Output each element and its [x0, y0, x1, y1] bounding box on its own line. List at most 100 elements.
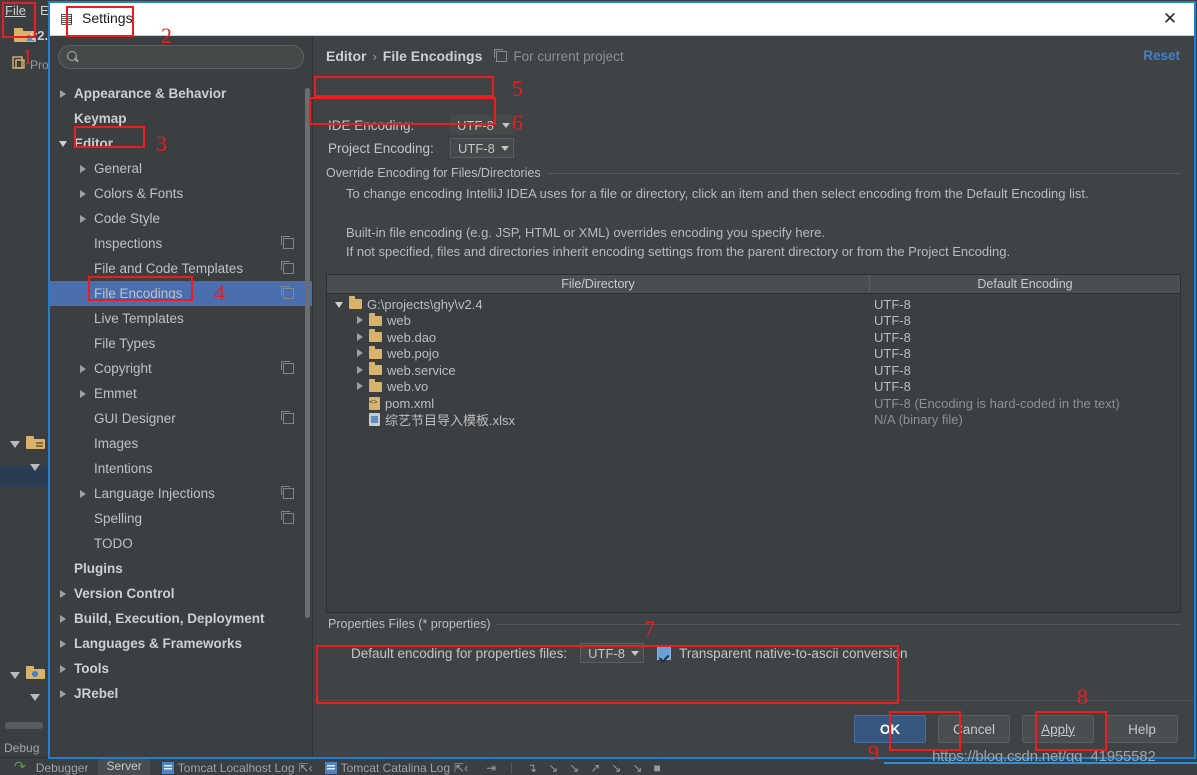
ok-button[interactable]: OK: [854, 715, 926, 743]
table-row[interactable]: web.service UTF-8: [327, 362, 1180, 379]
menu-file[interactable]: File: [5, 3, 26, 18]
chevron-right-icon[interactable]: [58, 88, 70, 100]
table-row[interactable]: 综艺节目导入模板.xlsx N/A (binary file): [327, 412, 1180, 428]
override-encoding-group: Override Encoding for Files/Directories …: [326, 166, 1181, 271]
encoding-table[interactable]: File/Directory Default Encoding G:\proje…: [326, 274, 1181, 613]
transparent-conversion-checkbox[interactable]: Transparent native-to-ascii conversion: [657, 646, 907, 661]
column-header-default-encoding[interactable]: Default Encoding: [870, 275, 1180, 293]
sidebar-item-colors-fonts[interactable]: Colors & Fonts: [50, 181, 312, 206]
force-step-into-icon[interactable]: ↘: [548, 761, 558, 775]
tree-expand-icon-2[interactable]: [28, 460, 44, 474]
chevron-down-icon[interactable]: [335, 299, 346, 310]
chevron-right-icon[interactable]: [78, 363, 90, 375]
group-divider: [531, 173, 1181, 174]
table-row[interactable]: web.pojo UTF-8: [327, 345, 1180, 363]
sidebar-item-intentions[interactable]: Intentions: [50, 456, 312, 481]
sidebar-item-languages-frameworks[interactable]: Languages & Frameworks: [50, 631, 312, 656]
chevron-down-icon[interactable]: [58, 138, 70, 150]
ide-horizontal-scrollbar[interactable]: [5, 722, 43, 729]
ide-menubar: File Ed: [0, 0, 56, 22]
chevron-right-icon[interactable]: [78, 163, 90, 175]
debug-tool-label[interactable]: Debug: [4, 741, 39, 755]
sidebar-item-file-and-code-templates[interactable]: File and Code Templates: [50, 256, 312, 281]
settings-tree[interactable]: Appearance & Behavior Keymap Editor General…: [50, 81, 312, 757]
chevron-right-icon[interactable]: [78, 188, 90, 200]
mute-breakpoints-icon[interactable]: ↘: [632, 761, 642, 775]
sidebar-item-general[interactable]: General: [50, 156, 312, 181]
chevron-right-icon[interactable]: [58, 588, 70, 600]
sidebar-item-live-templates[interactable]: Live Templates: [50, 306, 312, 331]
sidebar-item-inspections[interactable]: Inspections: [50, 231, 312, 256]
close-icon[interactable]: ✕: [1160, 9, 1180, 29]
sidebar-item-gui-designer[interactable]: GUI Designer: [50, 406, 312, 431]
sidebar-item-plugins[interactable]: Plugins: [50, 556, 312, 581]
sidebar-item-build-execution-deployment[interactable]: Build, Execution, Deployment: [50, 606, 312, 631]
tab-pin-close-icons[interactable]: ⇱‹: [454, 761, 468, 775]
tab-tomcat-catalina-log[interactable]: Tomcat Catalina Log ⇱‹: [324, 761, 468, 775]
cancel-button[interactable]: Cancel: [938, 715, 1010, 743]
sidebar-item-file-encodings[interactable]: File Encodings: [50, 281, 312, 306]
step-over-icon[interactable]: ⇥: [486, 761, 496, 775]
breadcrumb-parent[interactable]: Editor: [326, 48, 366, 64]
chevron-right-icon[interactable]: [58, 688, 70, 700]
chevron-right-icon[interactable]: [355, 365, 366, 376]
chevron-right-icon[interactable]: [58, 663, 70, 675]
sidebar-item-tools[interactable]: Tools: [50, 656, 312, 681]
sidebar-item-spelling[interactable]: Spelling: [50, 506, 312, 531]
chevron-right-icon[interactable]: [78, 488, 90, 500]
chevron-right-icon[interactable]: [355, 332, 366, 343]
tree-expand-icon-3[interactable]: [8, 668, 24, 682]
step-into-icon[interactable]: ↴: [527, 761, 537, 775]
properties-encoding-dropdown[interactable]: UTF-8: [580, 643, 645, 663]
help-button[interactable]: Help: [1106, 715, 1178, 743]
chevron-right-icon[interactable]: [58, 613, 70, 625]
description-line-3: If not specified, files and directories …: [346, 244, 1011, 259]
table-row[interactable]: web UTF-8: [327, 312, 1180, 330]
project-encoding-dropdown[interactable]: UTF-8: [450, 138, 514, 158]
chevron-right-icon[interactable]: [58, 638, 70, 650]
sidebar-item-todo[interactable]: TODO: [50, 531, 312, 556]
ide-encoding-dropdown[interactable]: UTF-8: [450, 115, 514, 135]
tree-expand-icon-4[interactable]: [28, 690, 44, 704]
apply-button[interactable]: Apply: [1022, 715, 1094, 743]
table-row[interactable]: web.vo UTF-8: [327, 378, 1180, 396]
sidebar-item-images[interactable]: Images: [50, 431, 312, 456]
sidebar-item-file-types[interactable]: File Types: [50, 331, 312, 356]
tab-server[interactable]: Server: [98, 758, 150, 775]
evaluate-icon[interactable]: ↘: [611, 761, 621, 775]
table-row[interactable]: pom.xml UTF-8 (Encoding is hard-coded in …: [327, 395, 1180, 412]
sidebar-item-language-injections[interactable]: Language Injections: [50, 481, 312, 506]
stop-icon[interactable]: ■: [654, 761, 661, 775]
reset-link[interactable]: Reset: [1143, 48, 1180, 63]
sidebar-item-emmet[interactable]: Emmet: [50, 381, 312, 406]
tab-tomcat-localhost-log[interactable]: Tomcat Localhost Log ⇱‹: [161, 761, 313, 775]
tab-pin-close-icons[interactable]: ⇱‹: [299, 761, 313, 775]
sidebar-item-version-control[interactable]: Version Control: [50, 581, 312, 606]
tree-expand-icon-1[interactable]: [8, 437, 24, 451]
search-input[interactable]: [80, 47, 303, 67]
sidebar-item-jrebel[interactable]: JRebel: [50, 681, 312, 706]
chevron-right-icon[interactable]: [355, 315, 366, 326]
chevron-right-icon[interactable]: [78, 388, 90, 400]
sidebar-item-copyright[interactable]: Copyright: [50, 356, 312, 381]
chevron-right-icon[interactable]: [78, 213, 90, 225]
settings-content-pane: Editor › File Encodings For current proj…: [313, 36, 1194, 757]
table-row[interactable]: web.dao UTF-8: [327, 329, 1180, 346]
project-tool-icon[interactable]: [12, 56, 26, 70]
run-to-cursor-icon[interactable]: ↗: [590, 761, 600, 775]
tab-debugger[interactable]: Debugger: [36, 761, 89, 775]
refresh-icon[interactable]: ↷: [14, 758, 26, 775]
step-out-icon[interactable]: ↘: [569, 761, 579, 775]
table-header: File/Directory Default Encoding: [327, 275, 1180, 294]
table-row[interactable]: G:\projects\ghy\v2.4 UTF-8: [327, 296, 1180, 313]
sidebar-item-appearance-behavior[interactable]: Appearance & Behavior: [50, 81, 312, 106]
sidebar-item-code-style[interactable]: Code Style: [50, 206, 312, 231]
sidebar-item-editor[interactable]: Editor: [50, 131, 312, 156]
chevron-right-icon[interactable]: [355, 381, 366, 392]
chevron-right-icon[interactable]: [355, 348, 366, 359]
column-header-file-directory[interactable]: File/Directory: [327, 275, 870, 293]
search-box[interactable]: [58, 45, 304, 69]
sidebar-item-keymap[interactable]: Keymap: [50, 106, 312, 131]
sidebar-scrollbar[interactable]: [305, 88, 310, 618]
